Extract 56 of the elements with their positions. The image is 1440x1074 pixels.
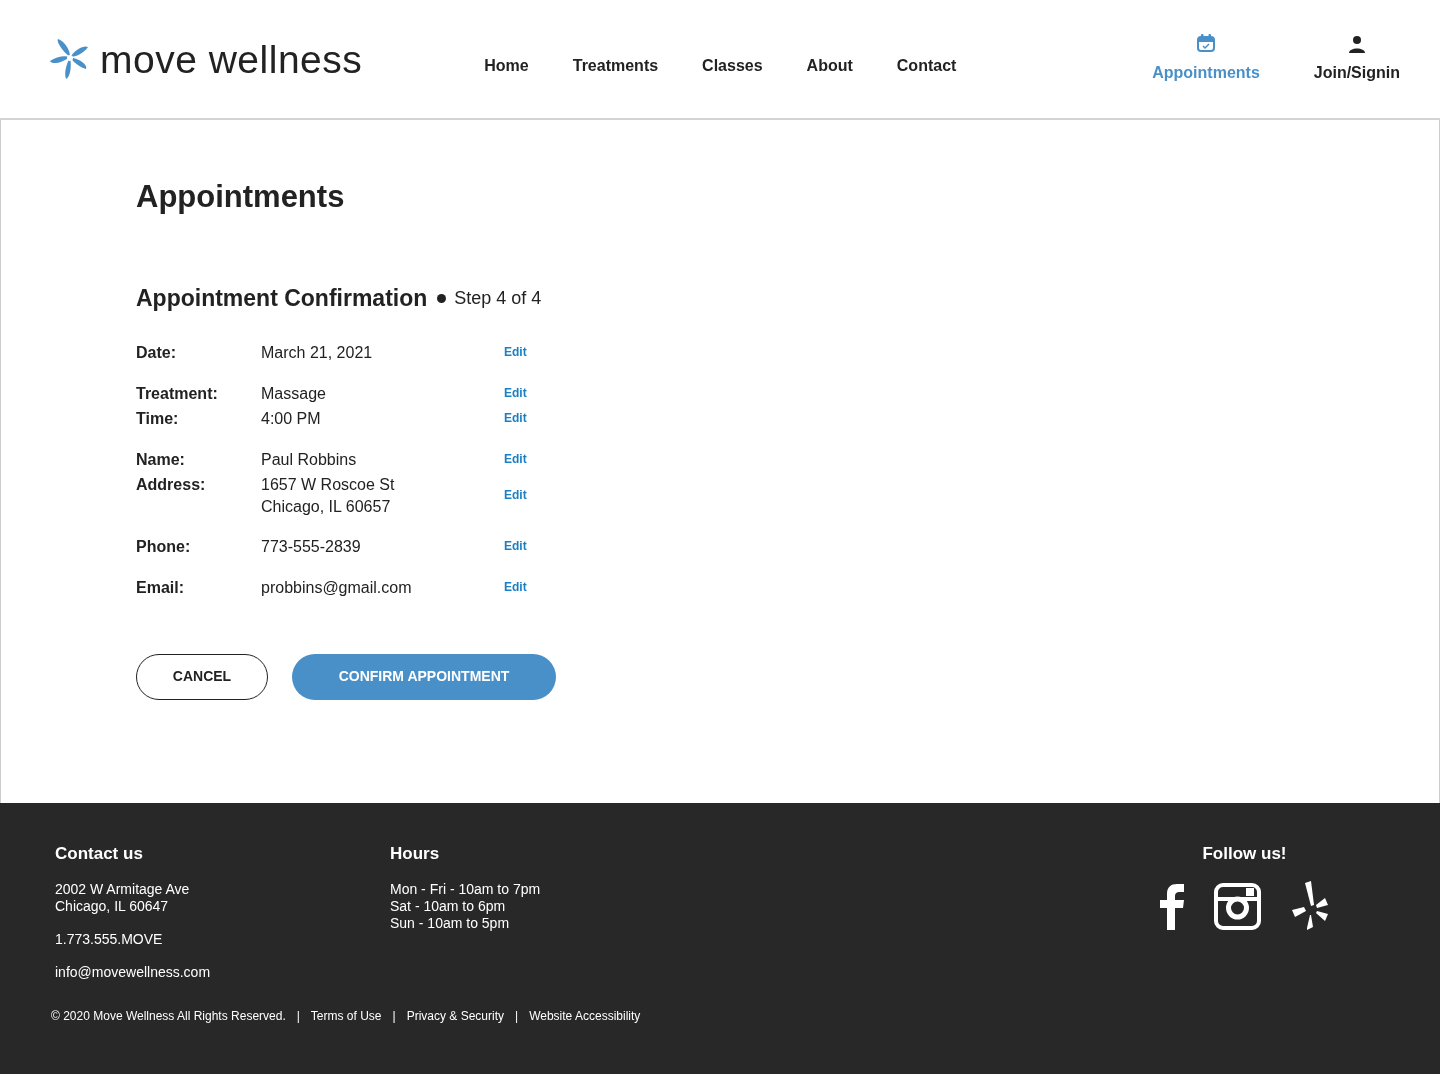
field-label: Email:: [136, 577, 185, 598]
separator: |: [515, 1007, 519, 1025]
field-value: 773-555-2839: [261, 536, 362, 557]
nav-link[interactable]: Treatments: [550, 54, 681, 78]
hours-line: Sat - 10am to 6pm: [390, 897, 507, 915]
address-line: 2002 W Armitage Ave: [55, 880, 191, 898]
field-value: Paul Robbins: [261, 449, 358, 470]
field-label: Name:: [136, 449, 186, 470]
brand-name[interactable]: move wellness: [100, 39, 363, 79]
step-indicator: Step 4 of 4: [454, 286, 542, 310]
footer-link[interactable]: Terms of Use: [310, 1006, 382, 1025]
separator: |: [296, 1007, 300, 1025]
nav-link[interactable]: Home: [462, 54, 551, 78]
person-icon: [1347, 35, 1366, 53]
email-address: info@movewellness.com: [55, 963, 212, 981]
hours-line: Sun - 10am to 5pm: [390, 914, 511, 932]
instagram-icon[interactable]: [1214, 883, 1261, 930]
calendar-icon: [1196, 33, 1216, 53]
footer-heading: Contact us: [55, 843, 144, 865]
footer-heading: Follow us!: [1202, 843, 1287, 865]
nav-link[interactable]: Classes: [680, 54, 785, 78]
separator: |: [392, 1007, 396, 1025]
field-label: Phone:: [136, 536, 192, 557]
edit-link[interactable]: Edit: [504, 343, 527, 362]
field-value: Chicago, IL 60657: [261, 496, 392, 517]
footer-heading: Hours: [390, 843, 441, 865]
hours-line: Mon - Fri - 10am to 7pm: [390, 880, 541, 898]
page-title: Appointments: [136, 178, 346, 216]
field-value: 4:00 PM: [261, 408, 322, 429]
field-label: Address:: [136, 474, 207, 495]
cancel-button[interactable]: CANCEL: [136, 653, 268, 700]
edit-link[interactable]: Edit: [504, 485, 527, 504]
nav-link[interactable]: About: [784, 54, 875, 78]
field-label: Time:: [136, 408, 180, 429]
field-value: Massage: [261, 383, 327, 404]
footer-link[interactable]: Privacy & Security: [406, 1006, 505, 1025]
field-label: Date:: [136, 342, 177, 363]
edit-link[interactable]: Edit: [504, 537, 527, 556]
field-label: Treatment:: [136, 383, 219, 404]
section-title: Appointment Confirmation: [136, 284, 428, 314]
field-value: probbins@gmail.com: [261, 577, 413, 598]
yelp-icon[interactable]: [1291, 880, 1329, 933]
footer-link[interactable]: Website Accessibility: [529, 1006, 641, 1025]
address-line: Chicago, IL 60647: [55, 897, 170, 915]
edit-link[interactable]: Edit: [504, 409, 527, 428]
field-value: 1657 W Roscoe St: [261, 474, 396, 495]
facebook-icon[interactable]: [1160, 883, 1184, 930]
field-value: March 21, 2021: [261, 342, 374, 363]
bullet-icon: [437, 293, 447, 303]
edit-link[interactable]: Edit: [504, 450, 527, 469]
edit-link[interactable]: Edit: [504, 578, 527, 597]
copyright-text: © 2020 Move Wellness All Rights Reserved.: [51, 1007, 286, 1025]
signin-link[interactable]: Join/Signin: [1313, 61, 1400, 85]
edit-link[interactable]: Edit: [504, 384, 527, 403]
phone-number: 1.773.555.MOVE: [55, 930, 164, 948]
nav-link[interactable]: Contact: [874, 54, 979, 78]
